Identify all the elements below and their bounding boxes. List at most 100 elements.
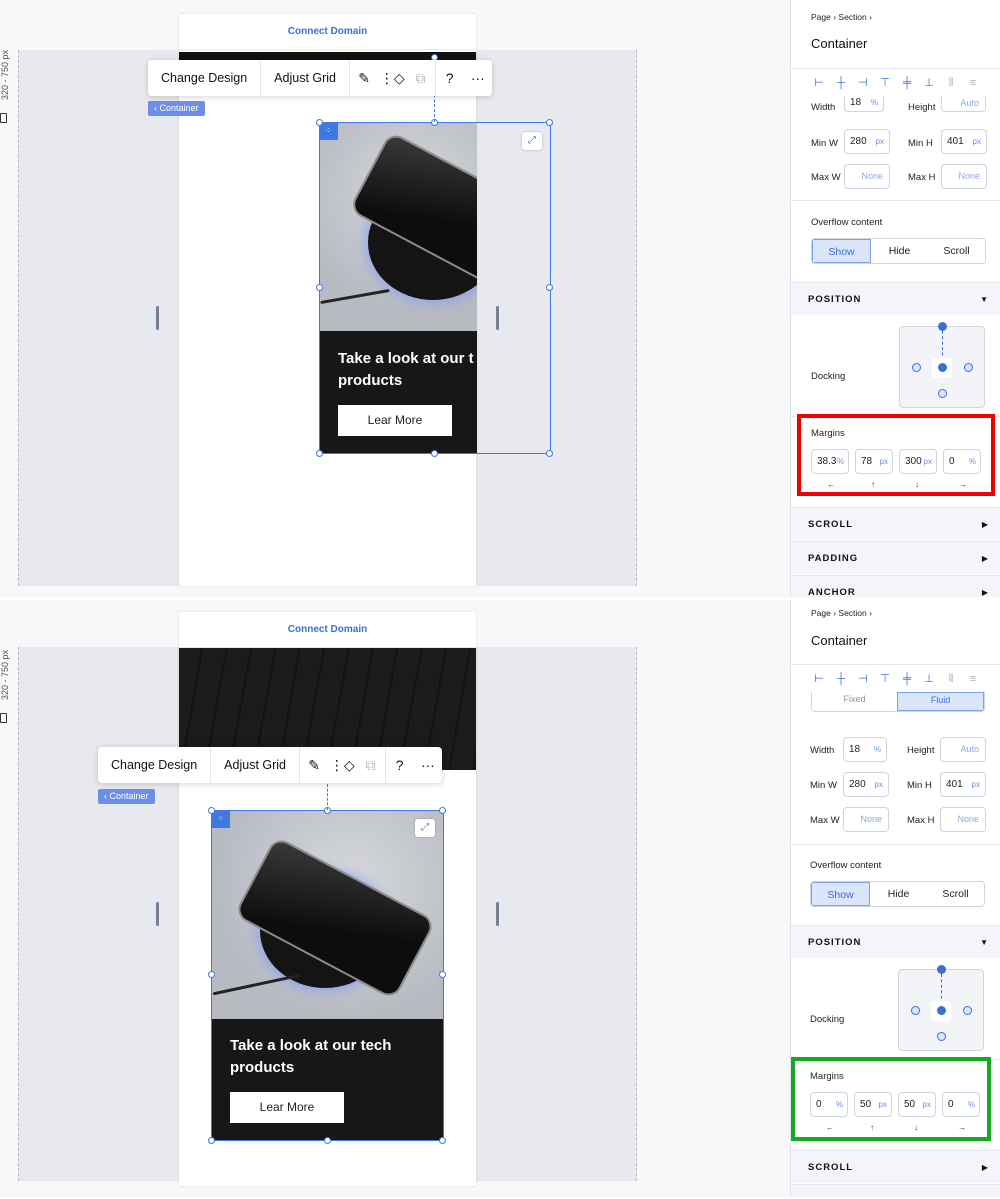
resize-dot[interactable] <box>316 119 323 126</box>
overflow-scroll-option[interactable]: Scroll <box>927 882 984 906</box>
dock-top-dot[interactable] <box>938 322 947 331</box>
distribute-v-icon[interactable]: ≡ <box>965 76 981 90</box>
learn-more-button[interactable]: Lear More <box>338 405 452 436</box>
overflow-scroll-option[interactable]: Scroll <box>928 239 985 263</box>
selected-container[interactable]: Take a look at our tech products Lear Mo… <box>208 807 446 1144</box>
anchor-section-header[interactable]: ANCHOR ▶ <box>791 575 1000 597</box>
resize-dot[interactable] <box>439 807 446 814</box>
resize-dot[interactable] <box>546 119 553 126</box>
mobile-device-icon[interactable] <box>0 713 7 723</box>
container-breadcrumb-tag[interactable]: ‹ Container <box>148 101 205 116</box>
adjust-grid-button[interactable]: Adjust Grid <box>261 60 351 96</box>
dock-bottom-dot[interactable] <box>937 1032 946 1041</box>
align-bottom-icon[interactable]: ⊥ <box>921 672 937 686</box>
overflow-hide-option[interactable]: Hide <box>871 239 928 263</box>
mobile-device-icon[interactable] <box>0 113 7 123</box>
position-section-header[interactable]: POSITION ▼ <box>791 282 1000 315</box>
expand-icon[interactable]: ⤢ <box>415 819 435 837</box>
align-right-icon[interactable]: ⊣ <box>855 76 871 90</box>
animation-icon[interactable]: ⋮◇ <box>378 60 406 96</box>
animation-icon[interactable]: ⋮◇ <box>328 747 356 783</box>
distribute-h-icon[interactable]: ⫴ <box>943 76 959 90</box>
expand-icon[interactable]: ⤢ <box>522 132 542 150</box>
change-design-button[interactable]: Change Design <box>98 747 212 783</box>
dock-left-dot[interactable] <box>912 363 921 372</box>
align-center-h-icon[interactable]: ┼ <box>833 672 849 686</box>
scroll-section-header[interactable]: SCROLL ▶ <box>791 1150 1000 1183</box>
responsive-icon[interactable]: ⧉ <box>406 60 434 96</box>
dock-top-dot[interactable] <box>937 965 946 974</box>
align-left-icon[interactable]: ⊢ <box>811 672 827 686</box>
left-resize-handle[interactable] <box>156 902 159 926</box>
max-h-field[interactable]: None <box>940 807 986 832</box>
align-middle-icon[interactable]: ╪ <box>899 76 915 90</box>
resize-dot[interactable] <box>439 971 446 978</box>
padding-section-header[interactable]: PADDING▶ <box>791 541 1000 574</box>
dock-right-dot[interactable] <box>964 363 973 372</box>
more-icon[interactable]: ··· <box>464 60 492 96</box>
min-w-field[interactable]: 280 px <box>844 129 890 154</box>
position-section-header[interactable]: POSITION ▼ <box>791 925 1000 958</box>
connect-domain-bar[interactable]: Connect Domain <box>179 14 476 50</box>
overflow-hide-option[interactable]: Hide <box>870 882 927 906</box>
brush-icon[interactable]: ✎ <box>300 747 328 783</box>
resize-dot[interactable] <box>439 1137 446 1144</box>
container-breadcrumb-tag[interactable]: ‹ Container <box>98 789 155 804</box>
help-icon[interactable]: ? <box>386 747 414 783</box>
resize-dot[interactable] <box>208 1137 215 1144</box>
fluid-option[interactable]: Fluid <box>897 692 984 711</box>
adjust-grid-button[interactable]: Adjust Grid <box>211 747 301 783</box>
dock-right-dot[interactable] <box>963 1006 972 1015</box>
align-right-icon[interactable]: ⊣ <box>855 672 871 686</box>
align-middle-icon[interactable]: ╪ <box>899 672 915 686</box>
help-icon[interactable]: ? <box>436 60 464 96</box>
more-icon[interactable]: ··· <box>414 747 442 783</box>
resize-dot[interactable] <box>431 450 438 457</box>
breadcrumb[interactable]: Page › Section › <box>811 12 872 22</box>
distribute-v-icon[interactable]: ≡ <box>965 672 981 686</box>
connect-domain-link[interactable]: Connect Domain <box>288 26 367 37</box>
left-resize-handle[interactable] <box>156 306 159 330</box>
resize-dot[interactable] <box>324 1137 331 1144</box>
dock-center-dot[interactable] <box>938 363 947 372</box>
dock-center-dot[interactable] <box>937 1006 946 1015</box>
align-top-icon[interactable]: ⊤ <box>877 76 893 90</box>
resize-dot[interactable] <box>546 284 553 291</box>
connect-domain-link[interactable]: Connect Domain <box>288 624 367 635</box>
width-field[interactable]: 18% <box>844 96 884 112</box>
fixed-option[interactable]: Fixed <box>812 692 897 711</box>
change-design-button[interactable]: Change Design <box>148 60 262 96</box>
align-bottom-icon[interactable]: ⊥ <box>921 76 937 90</box>
resize-dot[interactable] <box>208 807 215 814</box>
dock-bottom-dot[interactable] <box>938 389 947 398</box>
connect-domain-bar[interactable]: Connect Domain <box>179 612 476 648</box>
learn-more-button[interactable]: Lear More <box>230 1092 344 1123</box>
height-field[interactable]: Auto <box>940 737 986 762</box>
overflow-show-option[interactable]: Show <box>812 239 871 263</box>
max-h-field[interactable]: None <box>941 164 987 189</box>
padding-section-header[interactable]: PADDING▶ <box>791 1184 1000 1197</box>
distribute-h-icon[interactable]: ⫴ <box>943 672 959 686</box>
min-w-field[interactable]: 280 px <box>843 772 889 797</box>
scroll-section-header[interactable]: SCROLL ▶ <box>791 507 1000 540</box>
height-field[interactable]: Auto <box>941 96 986 112</box>
min-h-field[interactable]: 401 px <box>940 772 986 797</box>
resize-dot[interactable] <box>316 450 323 457</box>
docking-control[interactable] <box>898 965 984 1051</box>
docking-control[interactable] <box>899 322 985 408</box>
dock-left-dot[interactable] <box>911 1006 920 1015</box>
align-top-icon[interactable]: ⊤ <box>877 672 893 686</box>
align-center-h-icon[interactable]: ┼ <box>833 76 849 90</box>
width-field[interactable]: 18% <box>843 737 887 762</box>
responsive-icon[interactable]: ⧉ <box>356 747 384 783</box>
overflow-show-option[interactable]: Show <box>811 882 870 906</box>
max-w-field[interactable]: None <box>843 807 889 832</box>
resize-dot[interactable] <box>316 284 323 291</box>
right-resize-handle[interactable] <box>496 902 499 926</box>
brush-icon[interactable]: ✎ <box>350 60 378 96</box>
min-h-field[interactable]: 401 px <box>941 129 987 154</box>
resize-dot[interactable] <box>208 971 215 978</box>
max-w-field[interactable]: None <box>844 164 890 189</box>
resize-dot[interactable] <box>546 450 553 457</box>
breadcrumb[interactable]: Page › Section › <box>811 608 872 618</box>
